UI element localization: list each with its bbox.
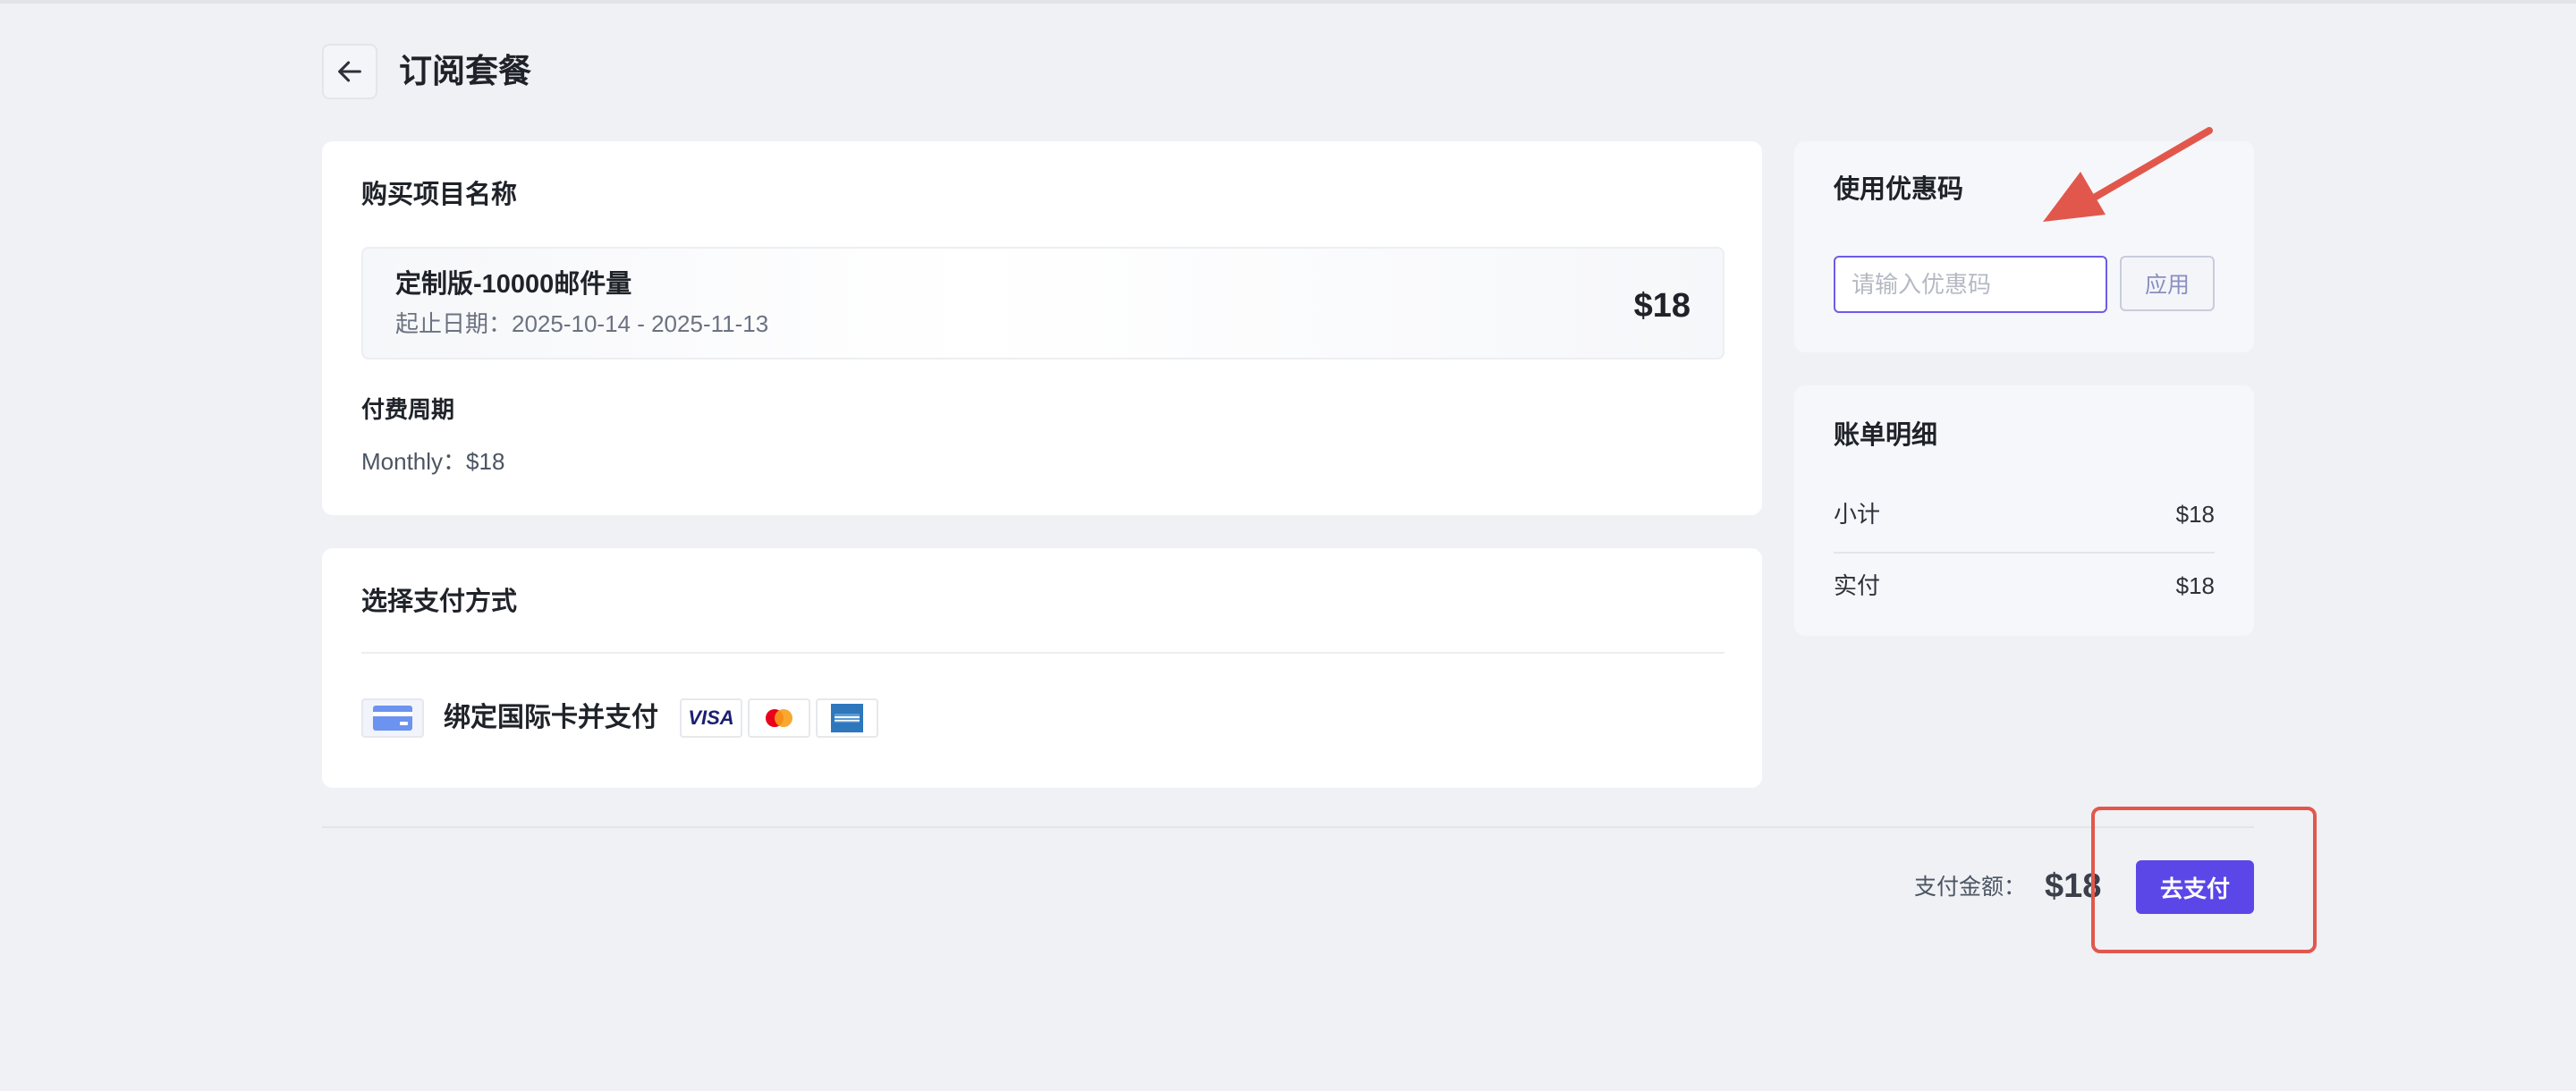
footer-divider xyxy=(322,826,2254,828)
product-card: 购买项目名称 定制版-10000邮件量 起止日期：2025-10-14 - 20… xyxy=(322,141,1762,515)
coupon-input[interactable] xyxy=(1834,256,2107,313)
bill-row-value: $18 xyxy=(2175,572,2215,599)
annotation-arrow-icon xyxy=(2043,127,2213,222)
page-title: 订阅套餐 xyxy=(399,53,531,89)
bill-card: 账单明细 小计 $18 实付 $18 xyxy=(1794,385,2254,636)
product-price: $18 xyxy=(1633,287,1690,325)
bill-row-label: 实付 xyxy=(1834,572,1881,599)
product-date-range: 起止日期：2025-10-14 - 2025-11-13 xyxy=(395,310,769,337)
mastercard-logo-icon xyxy=(748,698,810,738)
arrow-left-icon xyxy=(338,61,361,82)
bill-row-total: 实付 $18 xyxy=(1834,570,2215,602)
payment-option-card[interactable]: 绑定国际卡并支付 VISA xyxy=(361,697,884,740)
back-button[interactable] xyxy=(322,44,377,99)
visa-logo-icon: VISA xyxy=(680,698,742,738)
bill-row-subtotal: 小计 $18 xyxy=(1834,498,2215,530)
billing-cycle-title: 付费周期 xyxy=(361,396,455,423)
payment-option-label: 绑定国际卡并支付 xyxy=(444,703,658,732)
top-border xyxy=(0,0,2576,4)
credit-card-icon xyxy=(361,698,424,738)
amex-logo-icon xyxy=(816,698,878,738)
payment-section-title: 选择支付方式 xyxy=(361,588,518,616)
product-item: 定制版-10000邮件量 起止日期：2025-10-14 - 2025-11-1… xyxy=(361,247,1724,359)
payment-divider xyxy=(361,652,1724,654)
bill-section-title: 账单明细 xyxy=(1834,421,1938,450)
annotation-highlight-box xyxy=(2091,807,2317,953)
pay-amount-label: 支付金额： xyxy=(1914,875,2027,900)
payment-method-card: 选择支付方式 绑定国际卡并支付 VISA xyxy=(322,548,1762,788)
bill-row-value: $18 xyxy=(2175,501,2215,528)
product-section-title: 购买项目名称 xyxy=(361,181,518,209)
product-name: 定制版-10000邮件量 xyxy=(395,270,632,299)
apply-coupon-button[interactable]: 应用 xyxy=(2120,256,2215,311)
bill-divider xyxy=(1834,552,2215,554)
coupon-section-title: 使用优惠码 xyxy=(1834,175,1964,204)
billing-cycle-value: Monthly：$18 xyxy=(361,448,505,475)
bill-row-label: 小计 xyxy=(1834,501,1881,528)
